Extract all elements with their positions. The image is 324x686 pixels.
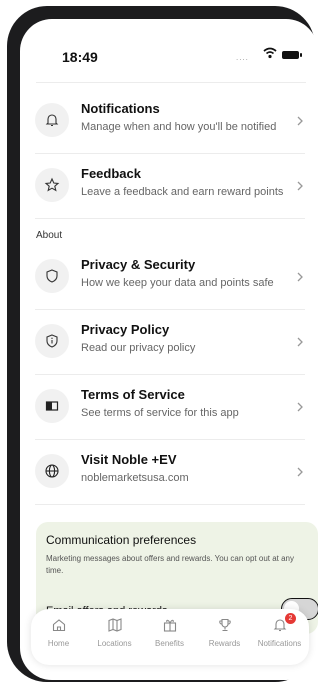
tab-label: Notifications — [257, 639, 302, 648]
status-time: 18:49 — [62, 49, 98, 65]
row-title: Privacy Policy — [81, 322, 170, 337]
phone-frame: 18:49 .... Notifications Manage when and… — [7, 6, 318, 682]
chevron-right-icon — [297, 402, 303, 412]
trophy-icon — [218, 618, 231, 632]
row-subtitle: noblemarketsusa.com — [81, 472, 189, 484]
row-title: Privacy & Security — [81, 257, 196, 272]
tab-benefits[interactable]: Benefits — [142, 617, 197, 659]
tab-locations[interactable]: Locations — [87, 617, 142, 659]
row-subtitle: Read our privacy policy — [81, 342, 196, 354]
screen: 18:49 .... Notifications Manage when and… — [20, 19, 318, 680]
row-subtitle: Leave a feedback and earn reward points — [81, 186, 284, 198]
section-label-about: About — [36, 230, 63, 241]
status-bar: 18:49 .... — [20, 19, 318, 71]
bell-icon — [35, 103, 69, 137]
globe-icon — [35, 454, 69, 488]
tab-label: Home — [47, 639, 70, 648]
card-title: Communication preferences — [46, 533, 197, 547]
info-shield-icon — [35, 324, 69, 358]
settings-row-notifications[interactable]: Notifications Manage when and how you'll… — [35, 89, 305, 154]
map-icon — [107, 618, 122, 632]
book-icon — [35, 389, 69, 423]
tab-label: Benefits — [155, 639, 184, 648]
settings-row-feedback[interactable]: Feedback Leave a feedback and earn rewar… — [35, 154, 305, 219]
chevron-right-icon — [297, 337, 303, 347]
card-description: Marketing messages about offers and rewa… — [46, 554, 295, 575]
divider — [36, 82, 306, 83]
row-subtitle: Manage when and how you'll be notified — [81, 121, 277, 133]
shield-icon — [35, 259, 69, 293]
chevron-right-icon — [297, 181, 303, 191]
row-title: Visit Noble +EV — [81, 452, 177, 467]
chevron-right-icon — [297, 467, 303, 477]
tab-rewards[interactable]: Rewards — [197, 617, 252, 659]
tab-notifications[interactable]: 2 Notifications — [252, 613, 307, 659]
battery-icon — [282, 51, 302, 59]
row-title: Terms of Service — [81, 387, 185, 402]
tab-home[interactable]: Home — [31, 617, 86, 659]
settings-row-privacy-security[interactable]: Privacy & Security How we keep your data… — [35, 245, 305, 310]
row-subtitle: See terms of service for this app — [81, 407, 239, 419]
settings-row-terms[interactable]: Terms of Service See terms of service fo… — [35, 375, 305, 440]
tab-label: Locations — [97, 639, 132, 648]
chevron-right-icon — [297, 272, 303, 282]
signal-dots: .... — [236, 53, 249, 62]
bottom-tab-bar: Home Locations Benefits Rewards 2 Notifi… — [31, 609, 309, 665]
star-icon — [35, 168, 69, 202]
gift-icon — [163, 619, 176, 632]
row-subtitle: How we keep your data and points safe — [81, 277, 274, 289]
tab-label: Rewards — [208, 639, 241, 648]
wifi-icon — [263, 47, 277, 59]
home-icon — [52, 619, 65, 632]
row-title: Notifications — [81, 101, 160, 116]
notification-badge: 2 — [285, 613, 296, 624]
chevron-right-icon — [297, 116, 303, 126]
row-title: Feedback — [81, 166, 141, 181]
settings-row-visit-website[interactable]: Visit Noble +EV noblemarketsusa.com — [35, 440, 305, 505]
settings-row-privacy-policy[interactable]: Privacy Policy Read our privacy policy — [35, 310, 305, 375]
